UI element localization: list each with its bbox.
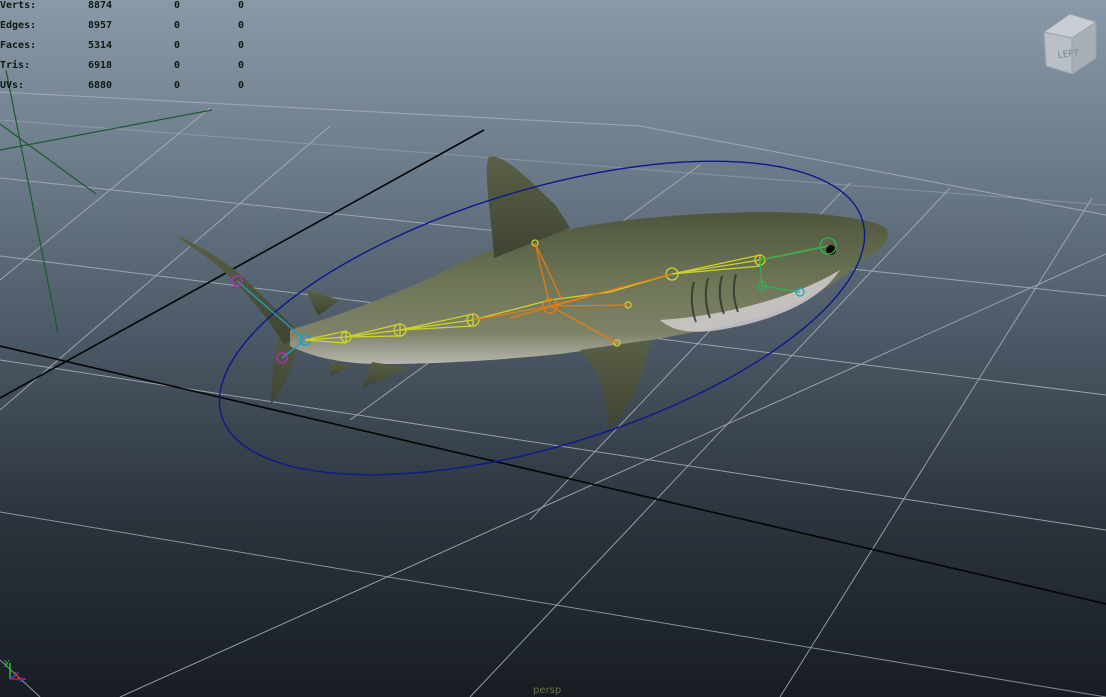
hud-value: 0 <box>238 60 245 71</box>
shark-mesh[interactable] <box>178 156 888 428</box>
axis-gizmo: y x z <box>4 658 26 683</box>
world-axes <box>0 129 1106 605</box>
hud-value: 0 <box>238 80 245 91</box>
locator-cross[interactable] <box>0 69 213 334</box>
hud-value: 0 <box>238 0 245 11</box>
shark-second-dorsal-fin <box>306 290 340 316</box>
hud-label: Faces: <box>0 40 37 51</box>
hud-value: 0 <box>174 40 181 51</box>
hud-value: 0 <box>238 20 245 31</box>
hud-value: 0 <box>174 0 181 11</box>
hud-value: 0 <box>174 60 181 71</box>
hud-value: 6880 <box>88 80 113 91</box>
shark-pelvic-fin <box>362 362 410 388</box>
hud-value: 0 <box>238 40 245 51</box>
shark-tail-upper-lobe <box>178 236 300 345</box>
axis-z-label: z <box>19 675 23 683</box>
perspective-viewport[interactable] <box>0 0 1106 697</box>
hud-label: Edges: <box>0 20 37 31</box>
hud-value: 5314 <box>88 40 113 51</box>
hud-value: 8957 <box>88 20 113 31</box>
hud-value: 0 <box>174 80 181 91</box>
camera-name-label: persp <box>533 685 562 696</box>
hud-label: Verts: <box>0 0 37 11</box>
hud-value: 6918 <box>88 60 113 71</box>
axis-y-label: y <box>4 658 10 668</box>
hud-value: 8874 <box>88 0 113 11</box>
hud-label: Tris: <box>0 60 31 71</box>
view-cube[interactable]: LEFT <box>1040 8 1100 78</box>
shark-anal-fin <box>330 362 352 376</box>
hud-label: UVs: <box>0 80 25 91</box>
hud-value: 0 <box>174 20 181 31</box>
shark-pectoral-fin <box>580 340 650 428</box>
